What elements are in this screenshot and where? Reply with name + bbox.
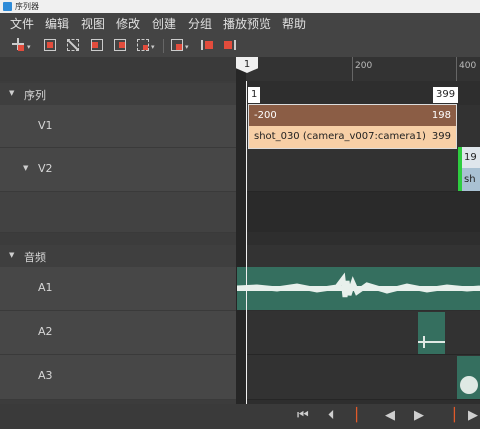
audio-clip-a3[interactable] [457, 356, 480, 399]
collapse-icon[interactable]: ▼ [23, 164, 28, 172]
waveform [460, 376, 478, 394]
track-v1-label: V1 [38, 119, 53, 132]
tick-label: 200 [355, 61, 373, 71]
track-a3-label: A3 [38, 369, 53, 382]
track-a2[interactable]: A2 [0, 311, 237, 355]
add-track-icon[interactable]: ▾ [12, 38, 31, 52]
clip-v2-header: 19 [462, 147, 480, 168]
clip-offset-row: -200 198 [249, 105, 456, 126]
v2-track-lane[interactable] [246, 148, 480, 192]
track-v2-label: V2 [38, 162, 53, 175]
clip-v2[interactable]: 19 sh [458, 147, 480, 191]
ripple-delete-icon[interactable] [66, 38, 80, 52]
clear-icon[interactable]: ▾ [136, 38, 155, 52]
range-start: 1 [248, 87, 261, 103]
mark-out-icon[interactable]: ▕ [445, 409, 455, 423]
transport-bar: ⏮ ⏴ ▏ ◀ ▶ ▕ ▶ [0, 404, 480, 429]
track-a1[interactable]: A1 [0, 267, 237, 311]
play-reverse-icon[interactable]: ◀ [385, 409, 395, 423]
title-bar: 序列器 [0, 0, 480, 13]
playhead-line[interactable] [246, 81, 247, 404]
menu-file[interactable]: 文件 [10, 13, 34, 35]
track-a3[interactable]: A3 [0, 355, 237, 400]
prev-frame-icon[interactable]: ⏴ [328, 409, 335, 423]
play-icon[interactable]: ▶ [414, 409, 424, 423]
cut-right-icon[interactable] [113, 38, 127, 52]
collapse-icon[interactable]: ▼ [9, 89, 14, 97]
mark-in-icon[interactable] [201, 38, 215, 52]
menu-view[interactable]: 视图 [81, 13, 105, 35]
section-sequence-label: 序列 [24, 89, 46, 102]
section-audio-label: 音频 [24, 251, 46, 264]
track-v1[interactable]: V1 [0, 105, 237, 148]
track-a1-label: A1 [38, 281, 53, 294]
menu-playback-preview[interactable]: 播放预览 [223, 13, 271, 35]
tick-label: 400 [459, 61, 477, 71]
next-frame-icon[interactable]: ▶ [468, 409, 478, 423]
a3-track-lane[interactable] [246, 355, 480, 400]
fit-icon[interactable] [43, 38, 57, 52]
section-audio[interactable]: ▼ 音频 [0, 245, 237, 267]
cut-left-icon[interactable] [90, 38, 104, 52]
audio-section-lane [246, 245, 480, 267]
track-a2-label: A2 [38, 325, 53, 338]
track-list-header [0, 57, 237, 81]
clip-offset-right: 198 [431, 110, 451, 121]
menu-edit[interactable]: 编辑 [45, 13, 69, 35]
clip-end-frame: 399 [431, 131, 451, 142]
clip-v1[interactable]: -200 198 shot_030 (camera_v007:camera1) … [248, 104, 457, 149]
section-sequence[interactable]: ▼ 序列 [0, 83, 237, 105]
clip-name: shot_030 (camera_v007:camera1) [254, 131, 426, 142]
clip-name-row: shot_030 (camera_v007:camera1) 399 [249, 126, 456, 148]
v2-sub-lane [246, 192, 480, 232]
track-v2-sub [0, 192, 237, 233]
audio-clip-a1[interactable] [237, 267, 480, 310]
mark-in-icon[interactable]: ▏ [356, 409, 366, 423]
menu-group[interactable]: 分组 [188, 13, 212, 35]
waveform [418, 336, 445, 348]
audio-clip-a2[interactable] [418, 312, 445, 354]
waveform [237, 272, 480, 298]
track-v2[interactable]: ▼ V2 [0, 148, 237, 192]
range-end: 399 [433, 87, 459, 103]
menu-modify[interactable]: 修改 [116, 13, 140, 35]
clip-offset-left: -200 [254, 110, 277, 121]
menu-help[interactable]: 帮助 [282, 13, 306, 35]
window-title: 序列器 [15, 2, 39, 11]
menu-create[interactable]: 创建 [152, 13, 176, 35]
time-ruler[interactable]: 200 400 [246, 57, 480, 81]
clip-v2-name: sh [462, 168, 480, 191]
jump-start-icon[interactable]: ⏮ [297, 409, 309, 423]
menu-bar: 文件 编辑 视图 修改 创建 分组 播放预览 帮助 [0, 13, 480, 35]
group-icon[interactable]: ▾ [170, 38, 189, 52]
vertical-divider[interactable] [236, 57, 246, 404]
toolbar: ▾ ▾ ▾ [0, 35, 480, 57]
app-icon [3, 2, 12, 11]
mark-out-icon[interactable] [224, 38, 238, 52]
collapse-icon[interactable]: ▼ [9, 251, 14, 259]
